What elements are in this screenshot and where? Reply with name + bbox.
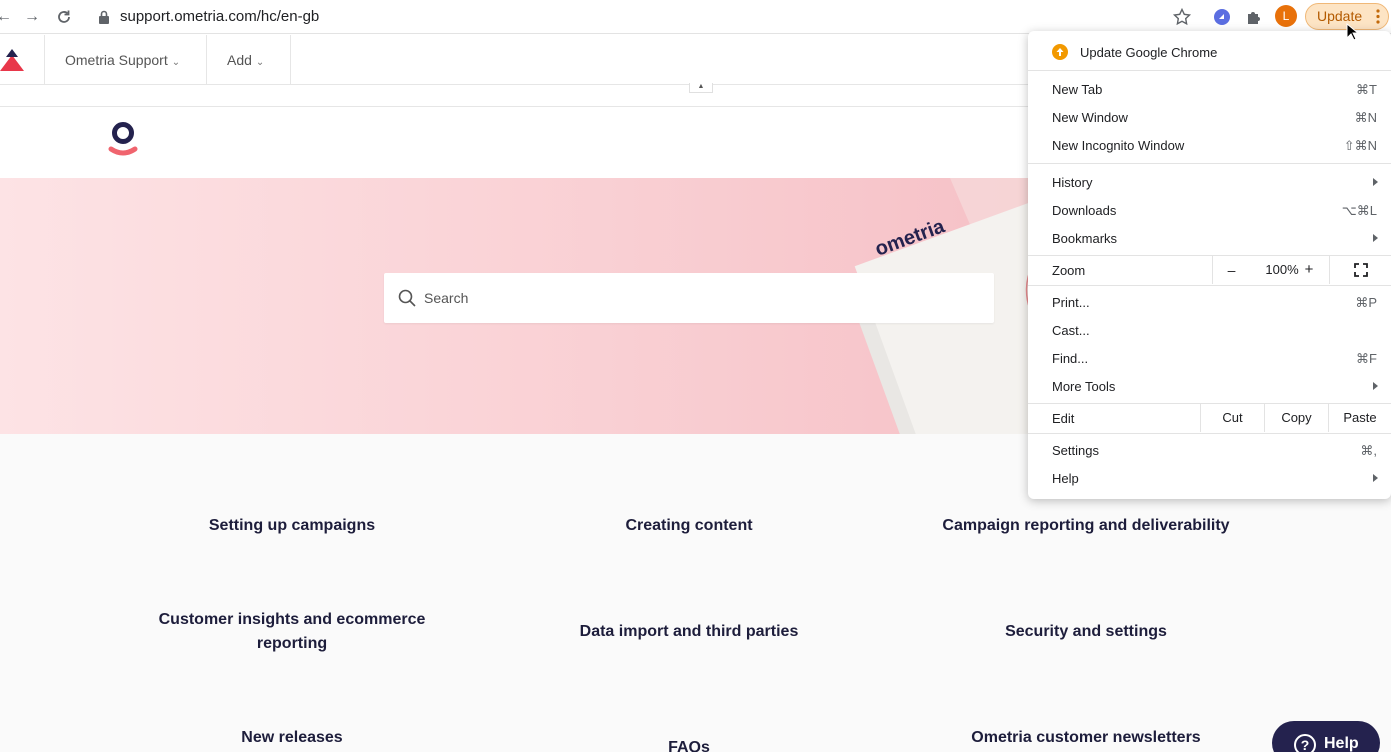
submenu-arrow-icon (1373, 474, 1378, 482)
nav-item-label: Ometria Support (65, 52, 168, 68)
menu-divider (1028, 70, 1391, 71)
menu-zoom-row: Zoom – 100% + (1028, 256, 1391, 284)
menu-new-incognito[interactable]: New Incognito Window ⇧⌘N (1028, 131, 1391, 159)
menu-item-label: Settings (1052, 443, 1099, 458)
ometria-logo-icon[interactable] (108, 121, 138, 159)
menu-item-shortcut: ⌘T (1356, 82, 1377, 97)
menu-item-shortcut: ⌘F (1356, 351, 1377, 366)
category-creating-content[interactable]: Creating content (519, 514, 859, 538)
menu-item-label: Bookmarks (1052, 231, 1118, 246)
update-arrow-icon (1052, 44, 1068, 60)
menu-item-label: Cast... (1052, 323, 1090, 338)
category-customer-newsletters[interactable]: Ometria customer newsletters (916, 726, 1256, 750)
menu-item-label: Update Google Chrome (1080, 45, 1218, 60)
menu-help[interactable]: Help (1028, 464, 1391, 492)
menu-item-label: Downloads (1052, 203, 1117, 218)
fullscreen-icon (1353, 263, 1368, 277)
fullscreen-button[interactable] (1329, 256, 1391, 284)
menu-item-label: Help (1052, 471, 1079, 486)
menu-item-shortcut: ⌥⌘L (1341, 203, 1377, 218)
menu-item-label: New Tab (1052, 82, 1103, 97)
search-box[interactable] (384, 273, 994, 323)
puzzle-icon[interactable] (1244, 7, 1264, 27)
reload-icon[interactable] (54, 7, 74, 27)
nav-divider (44, 35, 45, 85)
category-data-import[interactable]: Data import and third parties (519, 620, 859, 644)
menu-item-shortcut: ⇧⌘N (1343, 138, 1377, 153)
menu-print[interactable]: Print... ⌘P (1028, 288, 1391, 316)
search-input[interactable] (424, 273, 984, 323)
search-icon (398, 289, 416, 307)
chevron-down-icon: ⌄ (171, 57, 181, 68)
zoom-in-button[interactable]: + (1290, 256, 1328, 284)
menu-divider (1028, 285, 1391, 286)
help-button-label: Help (1324, 735, 1359, 752)
edit-paste-button[interactable]: Paste (1328, 404, 1391, 432)
submenu-arrow-icon (1373, 382, 1378, 390)
menu-item-label: Zoom (1052, 263, 1086, 278)
menu-item-label: Edit (1052, 411, 1075, 426)
category-new-releases[interactable]: New releases (122, 726, 462, 750)
menu-item-label: Find... (1052, 351, 1089, 366)
bookmark-star-icon[interactable] (1172, 7, 1192, 27)
chrome-main-menu: Update Google Chrome New Tab ⌘T New Wind… (1028, 31, 1391, 499)
menu-more-tools[interactable]: More Tools (1028, 372, 1391, 400)
menu-divider (1028, 433, 1391, 434)
menu-item-shortcut: ⌘N (1354, 110, 1377, 125)
menu-bookmarks[interactable]: Bookmarks (1028, 224, 1391, 252)
menu-update-chrome[interactable]: Update Google Chrome (1028, 31, 1391, 70)
menu-item-label: New Window (1052, 110, 1128, 125)
more-vert-icon (1376, 9, 1380, 24)
menu-history[interactable]: History (1028, 168, 1391, 196)
browser-toolbar: ← → support.ometria.com/hc/en-gb L Updat… (0, 0, 1391, 34)
menu-item-label: New Incognito Window (1052, 138, 1185, 153)
submenu-arrow-icon (1373, 178, 1378, 186)
menu-edit-row: Edit Cut Copy Paste (1028, 404, 1391, 432)
submenu-arrow-icon (1373, 234, 1378, 242)
menu-new-tab[interactable]: New Tab ⌘T (1028, 75, 1391, 103)
category-customer-insights[interactable]: Customer insights and ecommerce reportin… (142, 608, 442, 656)
nav-divider (206, 35, 207, 85)
nav-ometria-support[interactable]: Ometria Support ⌄ (65, 52, 180, 68)
menu-item-label: History (1052, 175, 1093, 190)
nav-item-label: Add (227, 52, 252, 68)
menu-divider (1028, 163, 1391, 164)
category-faqs[interactable]: FAQs (519, 736, 859, 752)
collapse-toggle[interactable]: ▲ (689, 83, 713, 93)
menu-cast[interactable]: Cast... (1028, 316, 1391, 344)
menu-item-shortcut: ⌘, (1360, 443, 1377, 458)
mouse-cursor-icon (1346, 23, 1358, 41)
edit-copy-button[interactable]: Copy (1264, 404, 1328, 432)
menu-new-window[interactable]: New Window ⌘N (1028, 103, 1391, 131)
menu-find[interactable]: Find... ⌘F (1028, 344, 1391, 372)
zoom-out-button[interactable]: – (1212, 256, 1250, 284)
category-setting-up-campaigns[interactable]: Setting up campaigns (122, 514, 462, 538)
category-campaign-reporting[interactable]: Campaign reporting and deliverability (916, 514, 1256, 538)
question-icon: ? (1294, 734, 1316, 752)
menu-downloads[interactable]: Downloads ⌥⌘L (1028, 196, 1391, 224)
lock-icon[interactable] (97, 9, 111, 25)
help-widget-button[interactable]: ? Help (1272, 721, 1380, 752)
profile-avatar[interactable]: L (1275, 5, 1297, 27)
address-bar[interactable]: support.ometria.com/hc/en-gb (120, 8, 319, 25)
menu-settings[interactable]: Settings ⌘, (1028, 436, 1391, 464)
forward-arrow-icon[interactable]: → (22, 7, 42, 27)
back-arrow-icon[interactable]: ← (0, 7, 14, 27)
extension-icon[interactable] (1212, 7, 1232, 27)
chevron-down-icon: ⌄ (255, 57, 265, 68)
zendesk-logo-icon[interactable] (0, 49, 26, 71)
nav-divider (290, 35, 291, 85)
menu-item-label: More Tools (1052, 379, 1116, 394)
menu-item-label: Print... (1052, 295, 1090, 310)
edit-cut-button[interactable]: Cut (1200, 404, 1264, 432)
update-button-label: Update (1317, 8, 1363, 24)
category-security-settings[interactable]: Security and settings (916, 620, 1256, 644)
nav-add[interactable]: Add ⌄ (227, 52, 264, 68)
menu-item-shortcut: ⌘P (1355, 295, 1377, 310)
